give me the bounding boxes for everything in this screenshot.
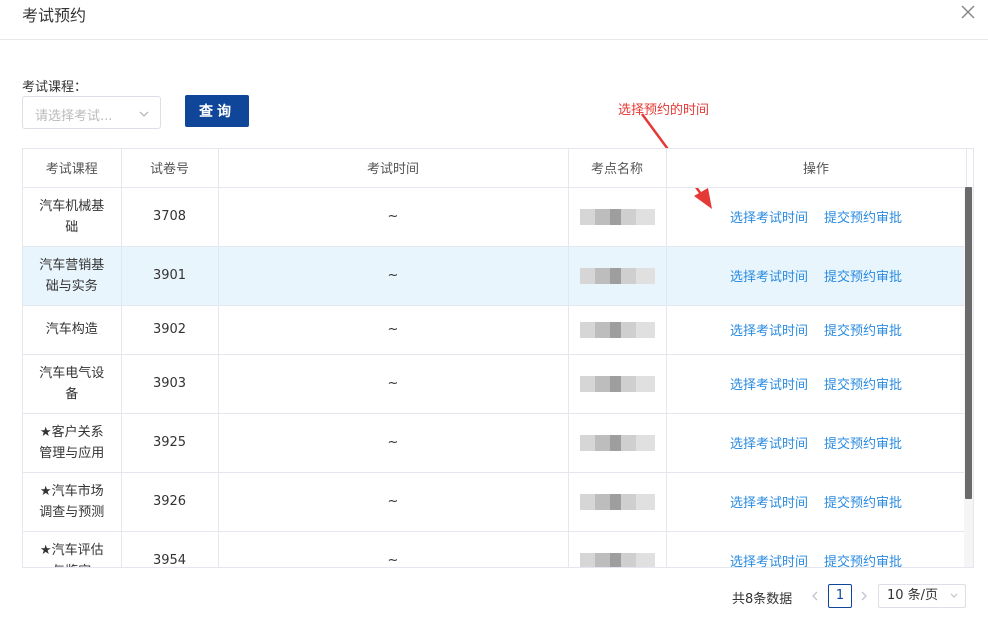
exam-site-redacted xyxy=(579,375,655,392)
table-row: ★汽车评估与鉴定 3954 ~ 选择考试时间 提交预约审批 xyxy=(23,531,967,568)
table-row: 汽车电气设备 3903 ~ 选择考试时间 提交预约审批 xyxy=(23,354,967,414)
submit-approval-link[interactable]: 提交预约审批 xyxy=(824,378,902,393)
exam-time: ~ xyxy=(218,305,569,355)
exam-site-redacted xyxy=(579,321,655,338)
exam-time: ~ xyxy=(218,246,569,306)
select-exam-time-link[interactable]: 选择考试时间 xyxy=(730,211,808,226)
query-button[interactable]: 查询 xyxy=(185,95,249,127)
chevron-left-icon[interactable] xyxy=(808,589,822,603)
page-size-select[interactable]: 10 条/页 xyxy=(878,584,966,608)
total-count: 共8条数据 xyxy=(732,592,793,607)
course-filter-label: 考试课程： xyxy=(22,80,88,95)
submit-approval-link[interactable]: 提交预约审批 xyxy=(824,324,902,339)
exam-time: ~ xyxy=(218,354,569,414)
table-row: 汽车构造 3902 ~ 选择考试时间 提交预约审批 xyxy=(23,305,967,355)
chevron-down-icon xyxy=(950,593,958,598)
header-actions: 操作 xyxy=(666,149,967,188)
table-row: ★客户关系管理与应用 3925 ~ 选择考试时间 提交预约审批 xyxy=(23,413,967,473)
course-name: 汽车机械基础 xyxy=(39,198,105,235)
paper-number: 3901 xyxy=(121,246,219,306)
dialog-header: 考试预约 xyxy=(0,0,988,40)
pagination: 共8条数据 1 10 条/页 xyxy=(0,584,988,610)
course-name: 汽车构造 xyxy=(45,322,98,337)
table-row: ★汽车市场调查与预测 3926 ~ 选择考试时间 提交预约审批 xyxy=(23,472,967,532)
exam-site-redacted xyxy=(579,208,655,225)
exam-site-redacted xyxy=(579,552,655,567)
paper-number: 3926 xyxy=(121,472,219,532)
submit-approval-link[interactable]: 提交预约审批 xyxy=(824,437,902,452)
exam-site-redacted xyxy=(579,267,655,284)
submit-approval-link[interactable]: 提交预约审批 xyxy=(824,270,902,285)
current-page[interactable]: 1 xyxy=(828,584,852,608)
course-select-placeholder: 请选择考试... xyxy=(35,109,113,124)
submit-approval-link[interactable]: 提交预约审批 xyxy=(824,496,902,511)
course-name: 汽车电气设备 xyxy=(39,365,105,402)
exam-time: ~ xyxy=(218,531,569,567)
exam-booking-dialog: 考试预约 考试课程： 请选择考试... 查询 选择预约的时间 考试课程 试卷号 … xyxy=(0,0,988,641)
select-exam-time-link[interactable]: 选择考试时间 xyxy=(730,270,808,285)
exam-time: ~ xyxy=(218,472,569,532)
course-name: ★汽车评估与鉴定 xyxy=(39,542,104,568)
select-exam-time-link[interactable]: 选择考试时间 xyxy=(730,555,808,567)
table-row: 汽车机械基础 3708 ~ 选择考试时间 提交预约审批 xyxy=(23,187,967,247)
course-name: ★汽车市场调查与预测 xyxy=(39,483,105,520)
exam-table: 考试课程 试卷号 考试时间 考点名称 操作 汽车机械基础 3708 ~ 选择考试… xyxy=(22,148,974,568)
paper-number: 3954 xyxy=(121,531,219,567)
header-paper-no: 试卷号 xyxy=(121,149,219,188)
table-row: 汽车营销基础与实务 3901 ~ 选择考试时间 提交预约审批 xyxy=(23,246,967,306)
table-scrollbar-thumb[interactable] xyxy=(965,187,972,499)
paper-number: 3903 xyxy=(121,354,219,414)
submit-approval-link[interactable]: 提交预约审批 xyxy=(824,211,902,226)
exam-site-redacted xyxy=(579,493,655,510)
page-size-label: 10 条/页 xyxy=(887,588,939,603)
course-name: 汽车营销基础与实务 xyxy=(39,257,105,294)
chevron-right-icon[interactable] xyxy=(857,589,871,603)
exam-time: ~ xyxy=(218,187,569,247)
course-select[interactable]: 请选择考试... xyxy=(22,96,161,129)
dialog-title: 考试预约 xyxy=(22,6,87,25)
paper-number: 3708 xyxy=(121,187,219,247)
table-header-row: 考试课程 试卷号 考试时间 考点名称 操作 xyxy=(23,149,967,188)
select-exam-time-link[interactable]: 选择考试时间 xyxy=(730,378,808,393)
chevron-down-icon xyxy=(139,111,149,117)
header-exam-site: 考点名称 xyxy=(568,149,667,188)
select-exam-time-link[interactable]: 选择考试时间 xyxy=(730,496,808,511)
close-icon[interactable] xyxy=(960,4,976,20)
exam-site-redacted xyxy=(579,434,655,451)
paper-number: 3902 xyxy=(121,305,219,355)
header-course: 考试课程 xyxy=(23,149,122,188)
paper-number: 3925 xyxy=(121,413,219,473)
submit-approval-link[interactable]: 提交预约审批 xyxy=(824,555,902,567)
select-exam-time-link[interactable]: 选择考试时间 xyxy=(730,437,808,452)
header-exam-time: 考试时间 xyxy=(218,149,569,188)
course-name: ★客户关系管理与应用 xyxy=(39,424,105,461)
exam-time: ~ xyxy=(218,413,569,473)
select-exam-time-link[interactable]: 选择考试时间 xyxy=(730,324,808,339)
